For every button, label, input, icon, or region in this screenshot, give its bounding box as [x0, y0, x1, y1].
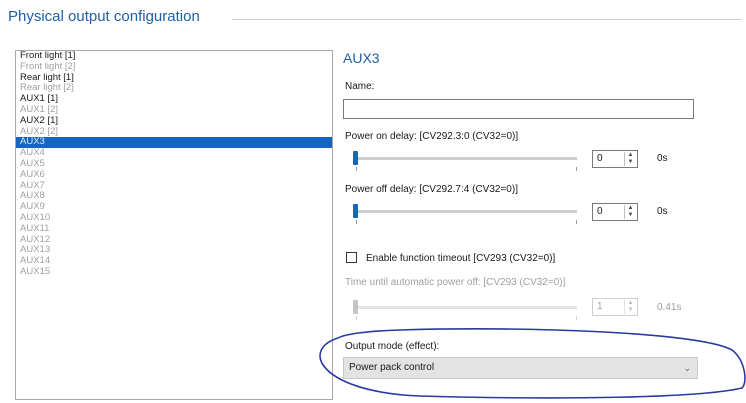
- annotation-stroke: [319, 328, 746, 399]
- annotation-ellipse: [319, 328, 746, 399]
